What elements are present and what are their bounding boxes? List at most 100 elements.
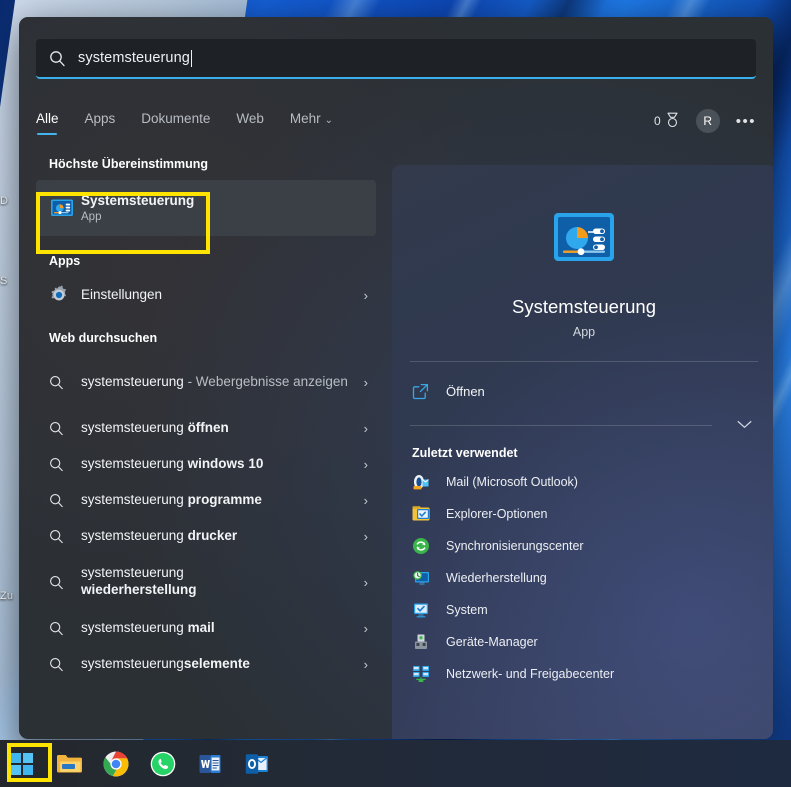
- result-query-suffix: wiederherstellung: [81, 582, 197, 597]
- microsoft-outlook-button[interactable]: [243, 750, 271, 778]
- microsoft-word-button[interactable]: [196, 750, 224, 778]
- preview-divider: [410, 361, 758, 362]
- result-query-prefix: systemsteuerung: [81, 527, 188, 543]
- group-header-best-match: Höchste Übereinstimmung: [49, 157, 209, 171]
- preview-hero: Systemsteuerung App: [392, 165, 773, 339]
- result-text: systemsteuerung wiederherstellung: [81, 565, 358, 599]
- recent-item-explorer-optionen[interactable]: Explorer-Optionen: [392, 498, 773, 530]
- result-title: systemsteuerung mail: [81, 620, 358, 637]
- search-icon: [49, 621, 81, 636]
- preview-app-type: App: [572, 325, 596, 339]
- recent-item-label: System: [446, 603, 488, 617]
- chevron-down-icon: ⌄: [324, 115, 334, 126]
- result-web-4[interactable]: systemsteuerung drucker ›: [36, 518, 376, 554]
- mail-outlook-icon: [412, 473, 446, 491]
- result-text: systemsteuerungselemente: [81, 656, 358, 673]
- group-header-web: Web durchsuchen: [49, 331, 158, 345]
- tabbar-right-cluster: 0 R •••: [654, 109, 756, 133]
- result-web-1[interactable]: systemsteuerung öffnen ›: [36, 410, 376, 446]
- result-subtitle: App: [81, 210, 102, 223]
- chevron-right-icon: ›: [363, 574, 368, 590]
- start-button[interactable]: [8, 750, 36, 778]
- search-icon: [49, 657, 81, 672]
- result-app-einstellungen[interactable]: Einstellungen ›: [36, 277, 376, 313]
- recent-item-synchronisierungscenter[interactable]: Synchronisierungscenter: [392, 530, 773, 562]
- result-query-prefix: systemsteuerung: [81, 491, 188, 507]
- search-icon: [49, 375, 81, 390]
- tab-web[interactable]: Web: [236, 111, 264, 135]
- rewards-count: 0: [654, 114, 661, 128]
- recent-item-wiederherstellung[interactable]: Wiederherstellung: [392, 562, 773, 594]
- result-query-prefix: systemsteuerung: [81, 565, 184, 581]
- tab-label: Mehr: [289, 111, 321, 126]
- result-web-7[interactable]: systemsteuerungselemente ›: [36, 646, 376, 682]
- preview-expander-line: [410, 424, 712, 426]
- search-tabbar: Alle Apps Dokumente Web Mehr ⌄ 0 R •••: [36, 109, 756, 145]
- result-title: systemsteuerung wiederherstellung: [81, 565, 286, 599]
- search-flyout-panel: systemsteuerung Alle Apps Dokumente Web …: [19, 17, 773, 739]
- result-query-prefix: systemsteuerung: [81, 655, 184, 671]
- file-explorer-button[interactable]: [55, 750, 83, 778]
- result-text: Einstellungen: [81, 287, 358, 304]
- recent-item-system[interactable]: System: [392, 594, 773, 626]
- explorer-options-icon: [412, 505, 446, 523]
- whatsapp-button[interactable]: [149, 750, 177, 778]
- result-best-match-systemsteuerung[interactable]: Systemsteuerung App: [36, 180, 376, 236]
- search-icon: [49, 575, 81, 590]
- result-text: systemsteuerung mail: [81, 620, 358, 637]
- result-title: Systemsteuerung: [81, 193, 195, 209]
- results-list[interactable]: Höchste Übereinstimmung Systemsteuerung …: [36, 157, 376, 735]
- tab-dokumente[interactable]: Dokumente: [141, 111, 210, 135]
- recent-item-mail-outlook[interactable]: Mail (Microsoft Outlook): [392, 466, 773, 498]
- chevron-right-icon: ›: [363, 656, 368, 672]
- result-web-5[interactable]: systemsteuerung wiederherstellung ›: [36, 554, 376, 610]
- tab-label: Web: [236, 111, 264, 126]
- result-title: systemsteuerungselemente: [81, 656, 358, 673]
- rewards-button[interactable]: 0: [654, 112, 680, 131]
- result-title: systemsteuerung programme: [81, 492, 358, 509]
- result-title: systemsteuerung windows 10: [81, 456, 358, 473]
- recent-item-geraete-manager[interactable]: Geräte-Manager: [392, 626, 773, 658]
- recovery-icon: [412, 569, 446, 587]
- tab-alle[interactable]: Alle: [36, 111, 59, 135]
- open-app-button[interactable]: Öffnen: [392, 370, 773, 412]
- device-manager-icon: [412, 633, 446, 651]
- google-chrome-button[interactable]: [102, 750, 130, 778]
- result-web-0[interactable]: systemsteuerung - Webergebnisse anzeigen…: [36, 354, 376, 410]
- desktop: D S Zu systemsteuerung Alle Apps Dokumen…: [0, 0, 791, 787]
- system-icon: [412, 601, 446, 619]
- preview-expander[interactable]: [392, 418, 773, 432]
- sync-center-icon: [412, 537, 446, 555]
- result-web-6[interactable]: systemsteuerung mail ›: [36, 610, 376, 646]
- open-app-label: Öffnen: [446, 383, 485, 399]
- search-icon: [49, 421, 81, 436]
- search-input[interactable]: systemsteuerung: [36, 39, 756, 79]
- preview-app-name: Systemsteuerung: [512, 296, 656, 317]
- more-options-button[interactable]: •••: [736, 113, 756, 130]
- tab-label: Alle: [36, 111, 59, 126]
- search-icon: [49, 457, 81, 472]
- recent-item-label: Explorer-Optionen: [446, 507, 548, 521]
- app-preview-panel: Systemsteuerung App Öffnen Zuletzt verwe…: [392, 165, 773, 739]
- result-query-suffix: mail: [187, 619, 215, 635]
- avatar[interactable]: R: [695, 109, 720, 133]
- result-query-suffix: windows 10: [187, 455, 264, 471]
- tab-mehr[interactable]: Mehr ⌄: [290, 111, 333, 135]
- result-query-prefix: systemsteuerung: [81, 619, 188, 635]
- recent-item-label: Geräte-Manager: [446, 635, 538, 649]
- result-web-2[interactable]: systemsteuerung windows 10 ›: [36, 446, 376, 482]
- result-query-prefix: systemsteuerung: [81, 419, 188, 435]
- recent-item-label: Mail (Microsoft Outlook): [446, 475, 578, 489]
- result-text: systemsteuerung - Webergebnisse anzeigen: [81, 374, 358, 391]
- tab-apps[interactable]: Apps: [85, 111, 116, 135]
- chevron-down-icon: [712, 418, 773, 432]
- group-header-apps: Apps: [49, 254, 81, 268]
- recent-item-netzwerk-freigabecenter[interactable]: Netzwerk- und Freigabecenter: [392, 658, 773, 690]
- result-title: Einstellungen: [81, 286, 163, 302]
- open-external-icon: [412, 383, 446, 400]
- result-text: systemsteuerung windows 10: [81, 456, 358, 473]
- result-title: systemsteuerung öffnen: [81, 420, 358, 437]
- search-icon: [49, 529, 81, 544]
- result-title: systemsteuerung - Webergebnisse anzeigen: [81, 374, 358, 391]
- result-web-3[interactable]: systemsteuerung programme ›: [36, 482, 376, 518]
